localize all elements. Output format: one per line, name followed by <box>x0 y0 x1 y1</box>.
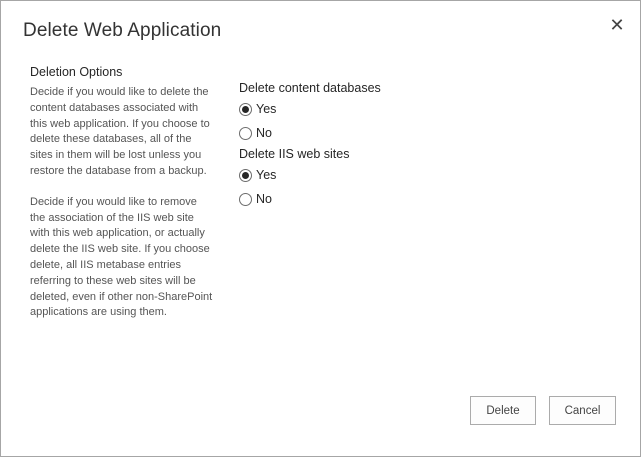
iis-no-radio[interactable] <box>239 192 252 206</box>
content-db-no-label: No <box>256 126 272 140</box>
iis-label: Delete IIS web sites <box>239 147 350 161</box>
close-icon[interactable]: ✕ <box>606 14 628 36</box>
delete-button[interactable]: Delete <box>470 396 536 425</box>
section-title: Deletion Options <box>30 65 123 79</box>
content-db-label: Delete content databases <box>239 81 381 95</box>
deletion-options-panel: Deletion Options Decide if you would lik… <box>30 65 215 321</box>
iis-no-option[interactable]: No <box>239 187 619 211</box>
iis-group: Delete IIS web sites Yes No <box>239 145 619 211</box>
options-panel: Delete content databases Yes No Delete I… <box>239 79 619 211</box>
content-db-group: Delete content databases Yes No <box>239 79 619 145</box>
radio-dot <box>242 105 249 113</box>
content-db-yes-radio[interactable] <box>239 102 252 116</box>
cancel-button[interactable]: Cancel <box>549 396 616 425</box>
iis-description: Decide if you would like to remove the a… <box>30 195 213 319</box>
content-db-description: Decide if you would like to delete the c… <box>30 86 210 177</box>
iis-no-label: No <box>256 192 272 206</box>
content-db-no-radio[interactable] <box>239 126 252 140</box>
content-db-yes-label: Yes <box>256 102 277 116</box>
iis-yes-radio[interactable] <box>239 168 252 182</box>
delete-web-application-dialog: Delete Web Application ✕ Deletion Option… <box>0 0 641 457</box>
content-db-no-option[interactable]: No <box>239 121 619 145</box>
iis-yes-option[interactable]: Yes <box>239 163 619 187</box>
content-db-yes-option[interactable]: Yes <box>239 97 619 121</box>
iis-yes-label: Yes <box>256 168 277 182</box>
dialog-title: Delete Web Application <box>23 20 222 41</box>
radio-dot <box>242 171 249 179</box>
